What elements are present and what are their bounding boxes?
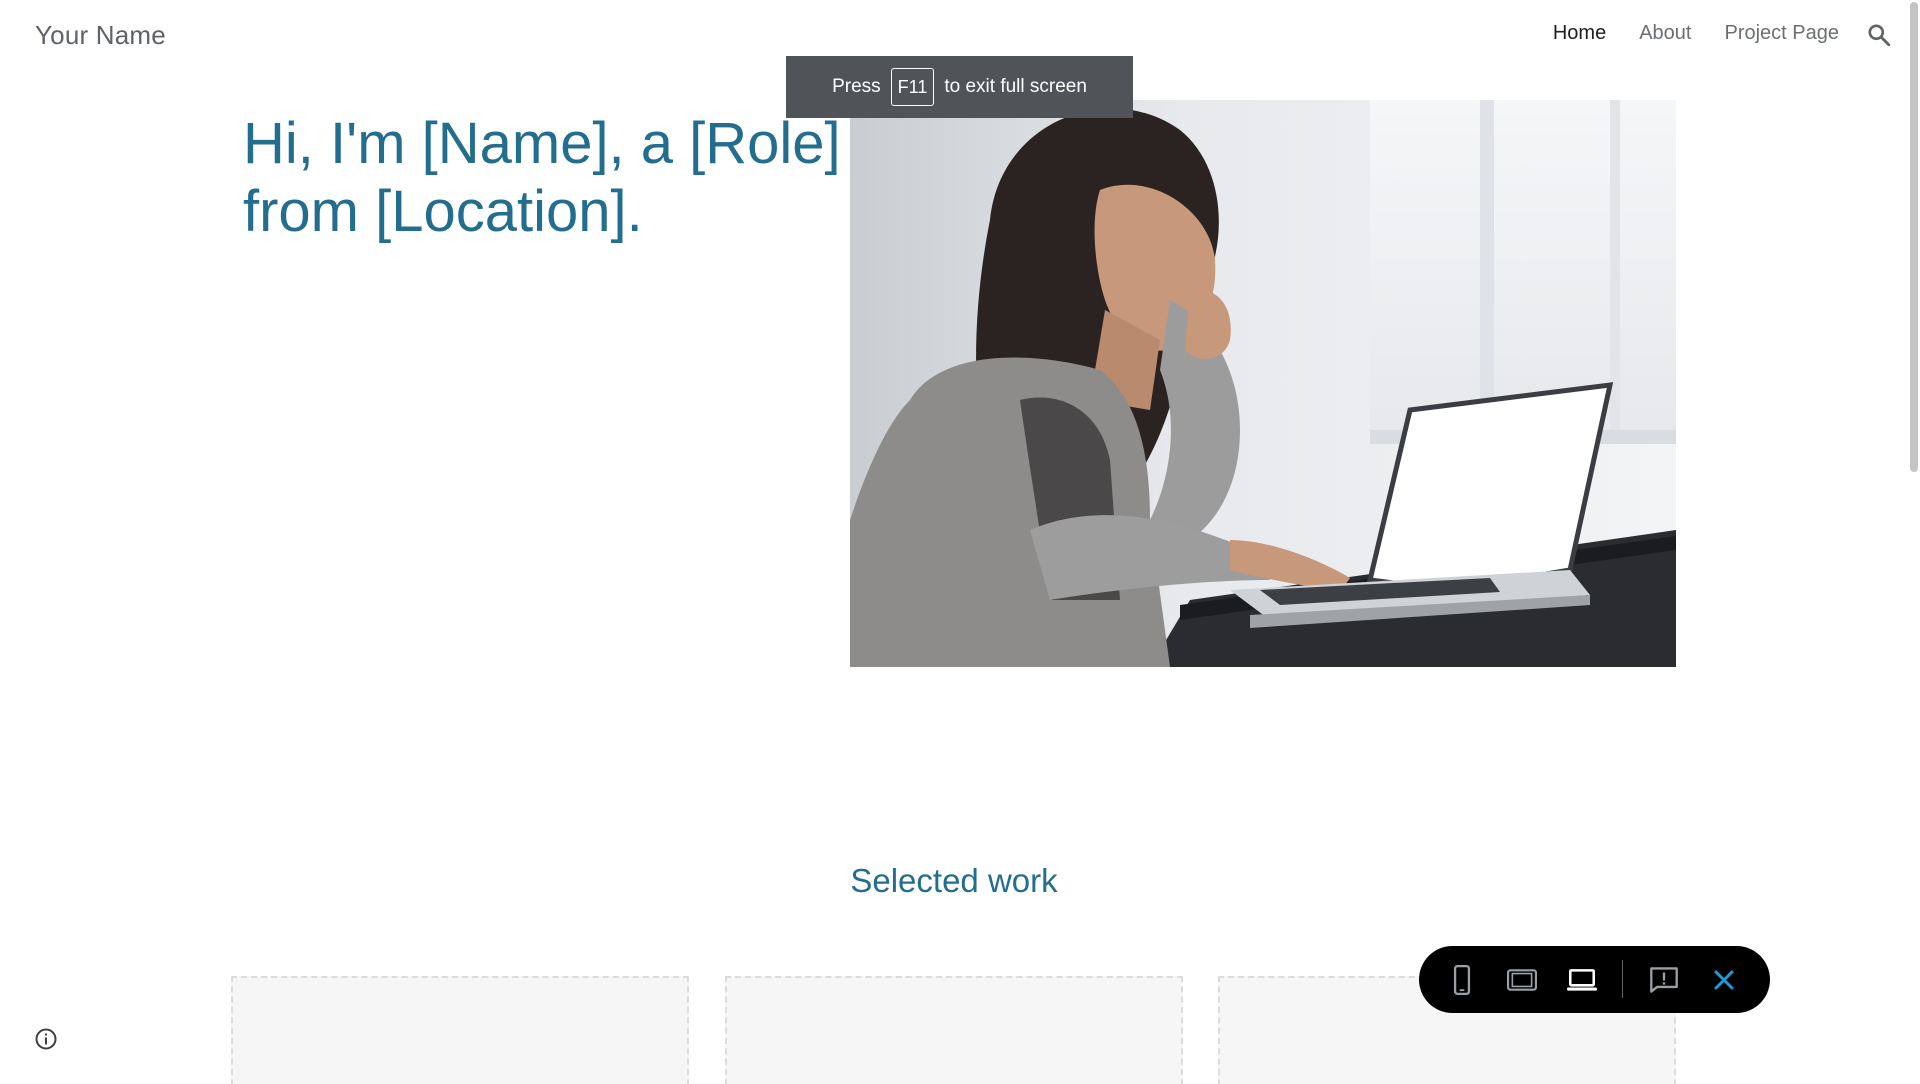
scrollbar-thumb[interactable] [1910, 2, 1918, 472]
laptop-preview-icon[interactable] [1565, 963, 1599, 997]
report-icon[interactable] [1647, 963, 1681, 997]
scrollbar[interactable] [1904, 0, 1920, 1084]
page: Your Name Home About Project Page Press … [0, 0, 1920, 1084]
work-card-2[interactable] [725, 976, 1183, 1084]
toast-text-before: Press [832, 76, 881, 97]
hero-heading-line1: Hi, I'm [Name], a [Role] [243, 111, 841, 176]
toolbar-divider [1622, 960, 1623, 998]
tablet-preview-icon[interactable] [1505, 963, 1539, 997]
hero-heading-line2: from [Location]. [243, 179, 643, 244]
info-icon[interactable] [34, 1027, 58, 1051]
section-heading-selected-work: Selected work [850, 862, 1058, 899]
close-icon[interactable] [1707, 963, 1741, 997]
nav-item-project-page[interactable]: Project Page [1724, 22, 1839, 45]
hero-heading: Hi, I'm [Name], a [Role] from [Location]… [243, 110, 843, 246]
fullscreen-toast: Press F11 to exit full screen [786, 56, 1133, 118]
nav-item-home[interactable]: Home [1553, 22, 1606, 45]
phone-preview-icon[interactable] [1445, 963, 1479, 997]
main-nav: Home About Project Page [1520, 22, 1839, 45]
preview-toolbar [1419, 946, 1770, 1013]
hero-image [850, 100, 1676, 667]
work-card-1[interactable] [231, 976, 689, 1084]
nav-item-about[interactable]: About [1639, 22, 1691, 45]
site-title[interactable]: Your Name [35, 20, 166, 51]
toast-key: F11 [890, 68, 935, 106]
toast-text-after: to exit full screen [944, 76, 1087, 97]
search-icon[interactable] [1866, 22, 1892, 48]
